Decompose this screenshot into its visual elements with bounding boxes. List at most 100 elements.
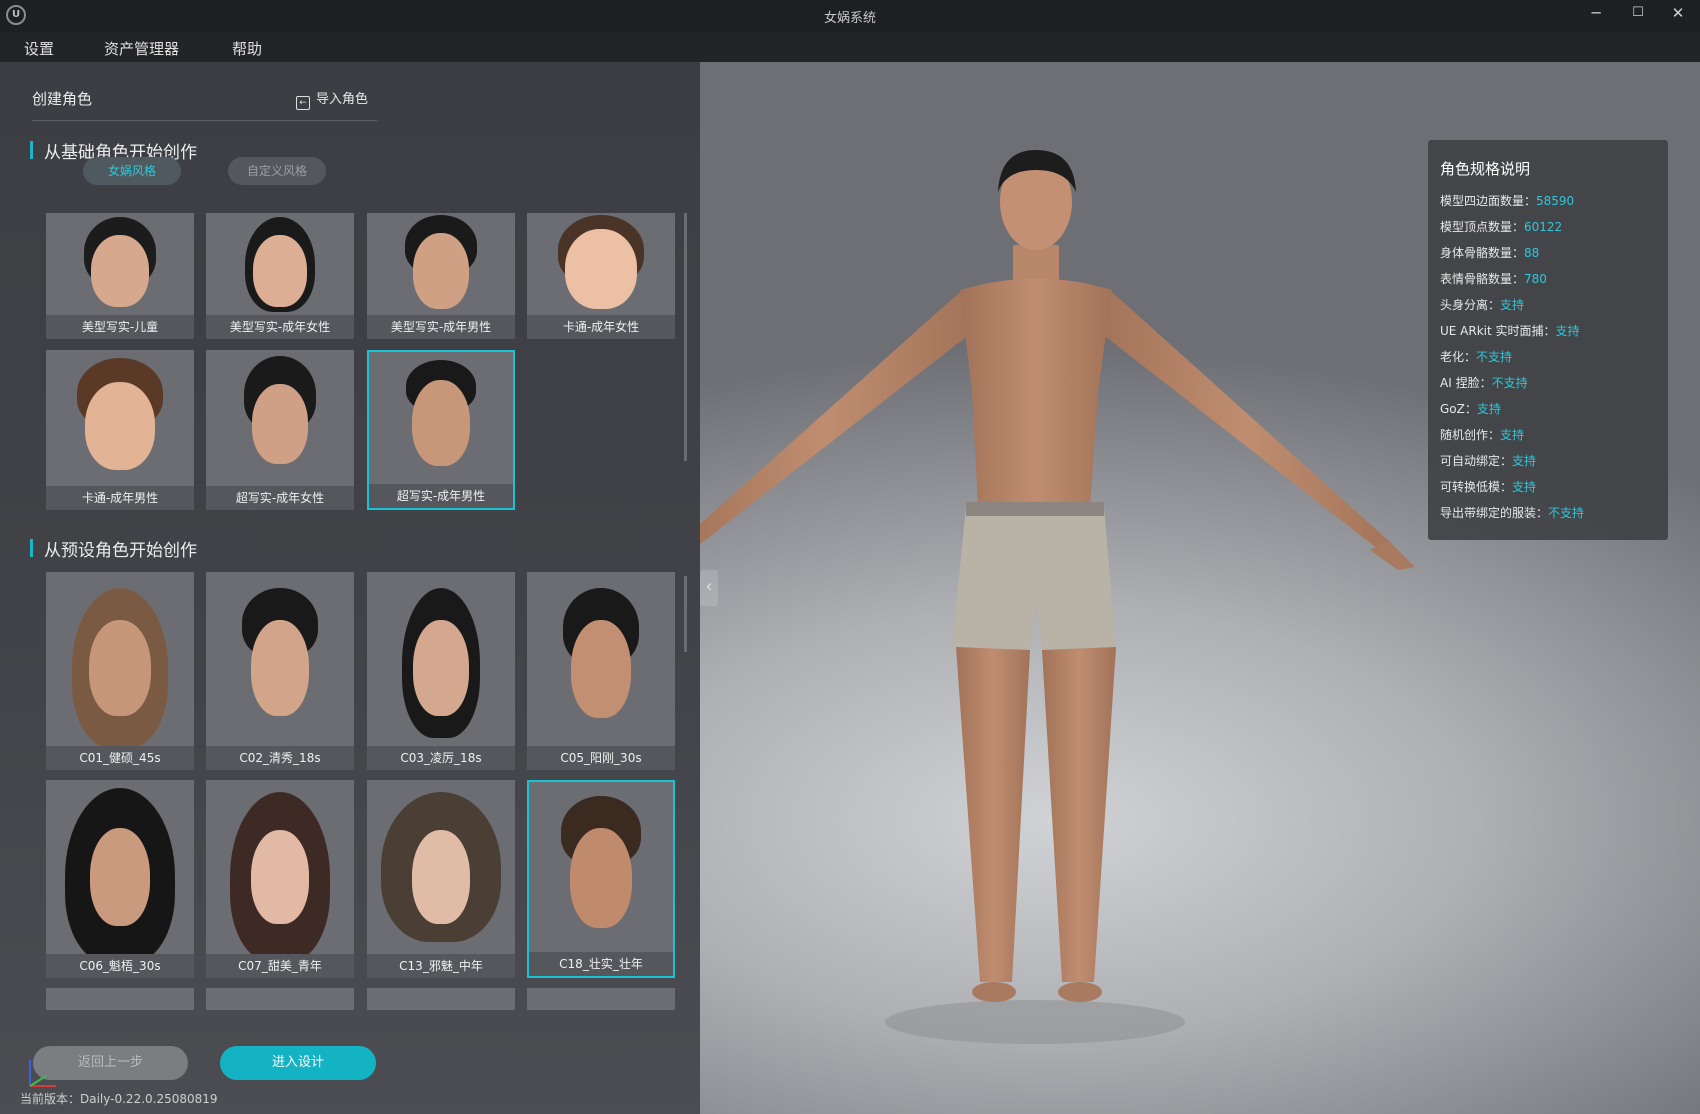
preset-list-scrollbar[interactable] — [684, 576, 687, 652]
spec-title: 角色规格说明 — [1440, 160, 1531, 178]
card-label: 美型写实-成年男性 — [367, 315, 515, 339]
menu-asset-manager[interactable]: 资产管理器 — [104, 38, 179, 59]
card-label: C18_壮实_壮年 — [529, 952, 673, 976]
card-label: C03_凌厉_18s — [367, 746, 515, 770]
preset-card-c18[interactable]: C18_壮实_壮年 — [527, 780, 675, 978]
tab-nuwa-style[interactable]: 女娲风格 — [83, 157, 181, 185]
spec-key: 老化： — [1440, 350, 1477, 364]
import-label: 导入角色 — [316, 92, 369, 107]
card-label: 卡通-成年男性 — [46, 486, 194, 510]
spec-key: 随机创作： — [1440, 428, 1501, 442]
preset-card-c13[interactable]: C13_邪魅_中年 — [367, 780, 515, 978]
window-title: 女娲系统 — [823, 11, 876, 26]
preset-card-partial[interactable] — [46, 988, 194, 1010]
card-label: 美型写实-成年女性 — [206, 315, 354, 339]
spec-value: 不支持 — [1476, 350, 1513, 364]
spec-key: 可转换低模： — [1440, 480, 1513, 494]
spec-value: 88 — [1524, 246, 1540, 260]
card-label: C06_魁梧_30s — [46, 954, 194, 978]
card-label: C05_阳刚_30s — [527, 746, 675, 770]
spec-row: 表情骨骼数量：780 — [1440, 266, 1584, 292]
spec-key: 头身分离： — [1440, 298, 1501, 312]
create-character-label: 创建角色 — [32, 90, 93, 108]
spec-key: AI 捏脸： — [1440, 376, 1492, 390]
base-list-scrollbar[interactable] — [684, 213, 687, 461]
spec-panel: 角色规格说明 模型四边面数量：58590 模型顶点数量：60122 身体骨骼数量：8… — [1428, 140, 1668, 540]
collapse-panel-button[interactable]: ‹ — [700, 570, 718, 606]
base-card-realistic-adult-female[interactable]: 美型写实-成年女性 — [206, 213, 354, 339]
card-label: 超写实-成年女性 — [206, 486, 354, 510]
spec-rows: 模型四边面数量：58590 模型顶点数量：60122 身体骨骼数量：88 表情骨骼数量… — [1440, 188, 1584, 526]
base-card-cartoon-adult-female[interactable]: 卡通-成年女性 — [527, 213, 675, 339]
spec-row: 模型四边面数量：58590 — [1440, 188, 1584, 214]
spec-row: 头身分离：支持 — [1440, 292, 1584, 318]
base-card-hyperreal-adult-female[interactable]: 超写实-成年女性 — [206, 350, 354, 510]
spec-row: 老化：不支持 — [1440, 344, 1584, 370]
spec-value: 支持 — [1512, 454, 1537, 468]
spec-value: 支持 — [1500, 428, 1525, 442]
preset-section-title: 从预设角色开始创作 — [30, 536, 197, 561]
tab-custom-style[interactable]: 自定义风格 — [228, 157, 326, 185]
base-card-cartoon-adult-male[interactable]: 卡通-成年男性 — [46, 350, 194, 510]
spec-row: GoZ：支持 — [1440, 396, 1584, 422]
spec-key: 模型四边面数量： — [1440, 194, 1537, 208]
import-icon: ← — [296, 96, 310, 110]
left-panel: 创建角色 ← 导入角色 从基础角色开始创作 女娲风格 自定义风格 美型写实-儿童 … — [0, 62, 700, 1114]
spec-key: UE ARkit 实时面捕： — [1440, 324, 1556, 338]
card-label: 卡通-成年女性 — [527, 315, 675, 339]
preset-card-c01[interactable]: C01_健硕_45s — [46, 572, 194, 770]
menu-help[interactable]: 帮助 — [232, 38, 262, 59]
menu-settings[interactable]: 设置 — [24, 38, 54, 59]
preset-card-partial[interactable] — [206, 988, 354, 1010]
spec-key: 模型顶点数量： — [1440, 220, 1525, 234]
preset-card-c06[interactable]: C06_魁梧_30s — [46, 780, 194, 978]
preset-card-c02[interactable]: C02_清秀_18s — [206, 572, 354, 770]
preset-card-c05[interactable]: C05_阳刚_30s — [527, 572, 675, 770]
minimize-button[interactable]: ─ — [1576, 0, 1616, 28]
preset-card-c03[interactable]: C03_凌厉_18s — [367, 572, 515, 770]
spec-value: 不支持 — [1548, 506, 1585, 520]
close-button[interactable]: ✕ — [1658, 0, 1698, 28]
spec-row: 可转换低模：支持 — [1440, 474, 1584, 500]
spec-value: 支持 — [1512, 480, 1537, 494]
spec-value: 不支持 — [1491, 376, 1528, 390]
import-character-button[interactable]: ← 导入角色 — [296, 88, 368, 110]
spec-value: 58590 — [1536, 194, 1575, 208]
spec-key: 导出带绑定的服装： — [1440, 506, 1549, 520]
spec-row: 模型顶点数量：60122 — [1440, 214, 1584, 240]
spec-key: 表情骨骼数量： — [1440, 272, 1525, 286]
spec-value: 60122 — [1524, 220, 1563, 234]
spec-value: 支持 — [1555, 324, 1580, 338]
menu-bar: 设置 资产管理器 帮助 — [0, 32, 1700, 62]
version-label: 当前版本：Daily-0.22.0.25080819 — [20, 1092, 218, 1106]
base-card-realistic-child[interactable]: 美型写实-儿童 — [46, 213, 194, 339]
axes-gizmo-icon — [29, 1060, 56, 1087]
card-label: C13_邪魅_中年 — [367, 954, 515, 978]
preset-card-partial[interactable] — [527, 988, 675, 1010]
card-label: 超写实-成年男性 — [369, 484, 513, 508]
spec-value: 支持 — [1500, 298, 1525, 312]
spec-key: 可自动绑定： — [1440, 454, 1513, 468]
spec-value: 支持 — [1476, 402, 1501, 416]
spec-row: AI 捏脸：不支持 — [1440, 370, 1584, 396]
card-label: 美型写实-儿童 — [46, 315, 194, 339]
spec-value: 780 — [1524, 272, 1547, 286]
spec-row: 可自动绑定：支持 — [1440, 448, 1584, 474]
spec-key: 身体骨骼数量： — [1440, 246, 1525, 260]
preset-card-c07[interactable]: C07_甜美_青年 — [206, 780, 354, 978]
card-label: C07_甜美_青年 — [206, 954, 354, 978]
spec-row: 随机创作：支持 — [1440, 422, 1584, 448]
card-label: C01_健硕_45s — [46, 746, 194, 770]
title-bar: U 女娲系统 ─ ☐ ✕ — [0, 0, 1700, 32]
base-card-hyperreal-adult-male[interactable]: 超写实-成年男性 — [367, 350, 515, 510]
base-card-realistic-adult-male[interactable]: 美型写实-成年男性 — [367, 213, 515, 339]
spec-row: 身体骨骼数量：88 — [1440, 240, 1584, 266]
spec-key: GoZ： — [1440, 402, 1477, 416]
preset-card-partial[interactable] — [367, 988, 515, 1010]
maximize-button[interactable]: ☐ — [1618, 0, 1658, 28]
divider — [32, 120, 377, 121]
card-label: C02_清秀_18s — [206, 746, 354, 770]
spec-row: UE ARkit 实时面捕：支持 — [1440, 318, 1584, 344]
enter-design-button[interactable]: 进入设计 — [220, 1046, 376, 1080]
spec-row: 导出带绑定的服装：不支持 — [1440, 500, 1584, 526]
